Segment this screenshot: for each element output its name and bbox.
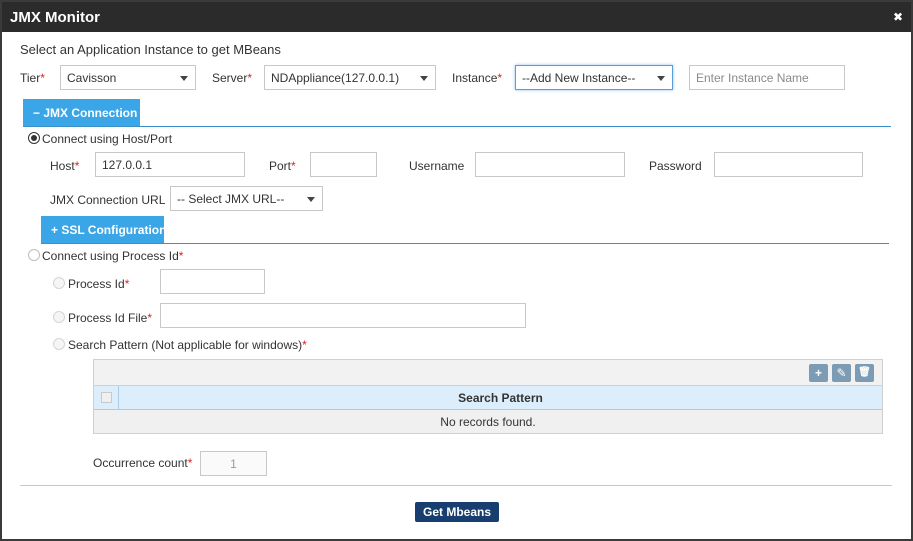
chevron-down-icon [180, 76, 188, 81]
search-pattern-grid: + ✎ 🗑 Search Pattern No records found. [93, 359, 883, 434]
process-id-label: Process Id* [68, 277, 130, 291]
username-input[interactable] [475, 152, 625, 177]
host-port-radio[interactable] [28, 132, 40, 144]
port-label: Port* [269, 159, 296, 173]
column-header-search-pattern[interactable]: Search Pattern [119, 391, 882, 405]
select-all-checkbox[interactable] [101, 392, 112, 403]
search-pattern-label: Search Pattern (Not applicable for windo… [68, 338, 307, 352]
username-label: Username [409, 159, 465, 173]
server-label: Server* [212, 71, 253, 85]
process-id-radio[interactable] [28, 249, 40, 261]
close-icon[interactable]: ✖ [893, 10, 903, 24]
chevron-down-icon [420, 76, 428, 81]
ssl-section-divider [41, 243, 889, 244]
get-mbeans-button[interactable]: Get Mbeans [415, 502, 499, 522]
add-icon[interactable]: + [809, 364, 828, 382]
chevron-down-icon [657, 76, 665, 81]
process-id-file-radio[interactable] [53, 311, 65, 323]
occurrence-count-input[interactable] [200, 451, 267, 476]
jmx-connection-tab[interactable]: − JMX Connection [23, 99, 140, 126]
tier-select-value: Cavisson [67, 71, 117, 85]
process-id-input[interactable] [160, 269, 265, 294]
host-label: Host* [50, 159, 80, 173]
title-bar: JMX Monitor ✖ [2, 2, 911, 32]
host-input[interactable] [95, 152, 245, 177]
instance-select[interactable]: --Add New Instance-- [515, 65, 673, 90]
tier-select[interactable]: Cavisson [60, 65, 196, 90]
occurrence-count-label: Occurrence count* [93, 456, 193, 470]
form-heading: Select an Application Instance to get MB… [20, 42, 281, 57]
tier-label: Tier* [20, 71, 45, 85]
grid-empty-message: No records found. [94, 410, 882, 433]
process-id-option-radio[interactable] [53, 277, 65, 289]
jmx-url-select[interactable]: -- Select JMX URL-- [170, 186, 323, 211]
process-id-file-input[interactable] [160, 303, 526, 328]
server-select-value: NDAppliance(127.0.0.1) [271, 71, 400, 85]
password-input[interactable] [714, 152, 863, 177]
instance-label: Instance* [452, 71, 503, 85]
select-all-checkbox-cell [94, 386, 119, 409]
search-pattern-radio[interactable] [53, 338, 65, 350]
grid-header: Search Pattern [94, 386, 882, 410]
password-label: Password [649, 159, 702, 173]
jmx-url-select-value: -- Select JMX URL-- [177, 192, 285, 206]
instance-select-value: --Add New Instance-- [522, 71, 636, 85]
server-select[interactable]: NDAppliance(127.0.0.1) [264, 65, 436, 90]
grid-toolbar: + ✎ 🗑 [94, 360, 882, 386]
port-input[interactable] [310, 152, 377, 177]
process-radio-label: Connect using Process Id* [42, 249, 184, 263]
ssl-configuration-tab[interactable]: + SSL Configuration [41, 216, 166, 243]
host-port-radio-label: Connect using Host/Port [42, 132, 173, 146]
jmx-section-divider [23, 126, 891, 127]
instance-name-input[interactable] [689, 65, 845, 90]
delete-icon[interactable]: 🗑 [855, 364, 874, 382]
chevron-down-icon [307, 197, 315, 202]
footer-divider [20, 485, 892, 486]
edit-icon[interactable]: ✎ [832, 364, 851, 382]
dialog-title: JMX Monitor [10, 9, 100, 26]
process-id-file-label: Process Id File* [68, 311, 153, 325]
jmx-url-label: JMX Connection URL [50, 193, 166, 207]
